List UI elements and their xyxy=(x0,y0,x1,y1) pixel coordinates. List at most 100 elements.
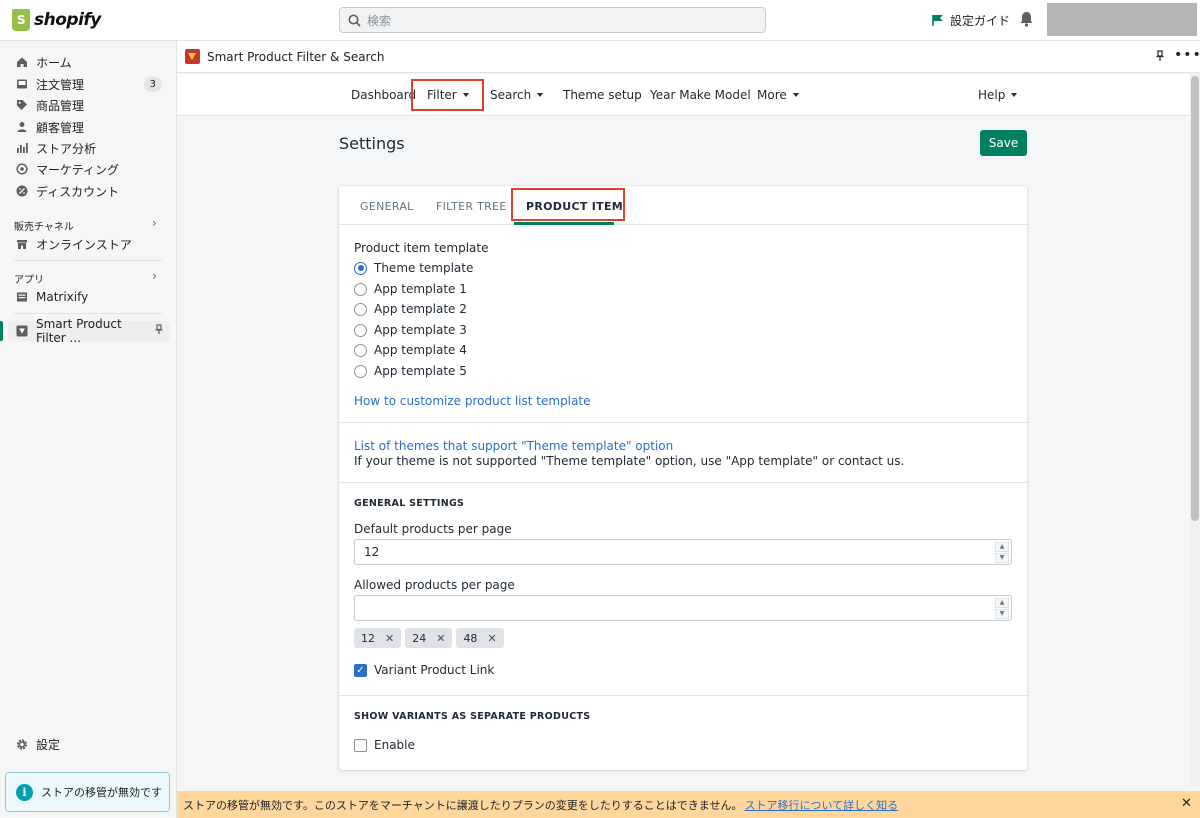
radio-label: App template 2 xyxy=(374,302,467,316)
sidebar-item-smart-product-filter[interactable]: Smart Product Filter ... xyxy=(8,317,170,345)
tab-label: Dashboard xyxy=(351,88,417,102)
stepper-up-icon[interactable]: ▲ xyxy=(995,542,1009,552)
setup-guide-label: 設定ガイド xyxy=(950,14,1011,28)
sidebar-item-marketing[interactable]: マーケティング xyxy=(8,159,170,179)
app-icon xyxy=(16,325,28,337)
number-stepper[interactable]: ▲ ▼ xyxy=(995,542,1009,563)
stepper-down-icon[interactable]: ▼ xyxy=(995,553,1009,563)
scrollbar-thumb[interactable] xyxy=(1191,76,1199,521)
stepper-down-icon[interactable]: ▼ xyxy=(995,609,1009,619)
sidebar-item-analytics[interactable]: ストア分析 xyxy=(8,138,170,158)
sidebar-item-label: 設定 xyxy=(36,737,61,752)
search-input[interactable]: 検索 xyxy=(339,7,766,33)
radio-button[interactable] xyxy=(354,323,367,337)
radio-app-template-3[interactable]: App template 3 xyxy=(354,323,467,337)
sidebar-item-settings[interactable]: 設定 xyxy=(8,734,170,754)
matrixify-icon xyxy=(16,291,28,303)
sidebar-item-home[interactable]: ホーム xyxy=(8,52,170,72)
chevron-right-icon[interactable]: › xyxy=(152,269,157,283)
sidebar-item-orders[interactable]: 注文管理 3 xyxy=(8,74,170,94)
tab-general[interactable]: GENERAL xyxy=(360,200,414,213)
app-content: Dashboard Filter Search Theme setup Year… xyxy=(177,74,1190,786)
sidebar-item-discounts[interactable]: ディスカウント xyxy=(8,181,170,201)
tab-label: Year Make Model xyxy=(650,88,751,102)
radio-label: App template 4 xyxy=(374,343,467,357)
radio-label: Theme template xyxy=(374,261,474,275)
sidebar-item-label: オンラインストア xyxy=(36,237,132,252)
tab-help[interactable]: Help xyxy=(978,88,1018,102)
sidebar-item-products[interactable]: 商品管理 xyxy=(8,95,170,115)
tab-year-make-model[interactable]: Year Make Model xyxy=(650,88,751,102)
default-per-page-input[interactable]: 12 ▲ ▼ xyxy=(354,539,1012,565)
tab-theme-setup[interactable]: Theme setup xyxy=(563,88,642,102)
radio-theme-template[interactable]: Theme template xyxy=(354,261,473,275)
tag-label: 24 xyxy=(412,631,427,645)
tab-label: Theme setup xyxy=(563,88,642,102)
banner-text: ストアの移管が無効です。このストアをマーチャントに譲渡したりプランの変更をしたり… xyxy=(183,798,743,812)
setup-guide-button[interactable]: 設定ガイド xyxy=(932,12,1010,29)
radio-app-template-5[interactable]: App template 5 xyxy=(354,364,467,378)
sidebar-item-online-store[interactable]: オンラインストア xyxy=(8,234,170,254)
app-title: Smart Product Filter & Search xyxy=(185,49,384,64)
checkbox-checked[interactable]: ✓ xyxy=(354,663,367,677)
highlight-box-product-item xyxy=(511,188,625,221)
section-divider xyxy=(339,422,1027,423)
radio-app-template-1[interactable]: App template 1 xyxy=(354,282,467,296)
store-transfer-banner: ストアの移管が無効です。このストアをマーチャントに譲渡したりプランの変更をしたり… xyxy=(177,791,1200,818)
radio-button[interactable] xyxy=(354,282,367,296)
tab-label: More xyxy=(757,88,787,102)
remove-tag-icon[interactable]: ✕ xyxy=(385,632,394,645)
customize-template-link[interactable]: How to customize product list template xyxy=(354,394,590,408)
tag-label: 12 xyxy=(361,631,375,645)
more-actions-icon[interactable]: ••• xyxy=(1174,47,1200,63)
remove-tag-icon[interactable]: ✕ xyxy=(436,632,445,645)
radio-button[interactable] xyxy=(354,364,367,378)
section-divider xyxy=(339,695,1027,696)
search-icon xyxy=(348,14,361,27)
sidebar-item-label: 顧客管理 xyxy=(36,120,85,135)
bell-icon[interactable] xyxy=(1019,11,1034,27)
number-stepper[interactable]: ▲ ▼ xyxy=(995,598,1009,619)
themes-support-link[interactable]: List of themes that support "Theme templ… xyxy=(354,439,673,453)
variant-product-link-checkbox[interactable]: ✓ Variant Product Link xyxy=(354,663,494,677)
checkbox-unchecked[interactable] xyxy=(354,738,367,752)
pin-icon[interactable] xyxy=(154,324,164,338)
tab-search[interactable]: Search xyxy=(490,88,544,102)
save-button[interactable]: Save xyxy=(980,130,1027,156)
app-header: Smart Product Filter & Search ••• xyxy=(177,41,1200,73)
chevron-right-icon[interactable]: › xyxy=(152,216,157,230)
radio-label: App template 1 xyxy=(374,282,467,296)
home-icon xyxy=(16,56,28,68)
remove-tag-icon[interactable]: ✕ xyxy=(487,632,496,645)
banner-learn-more-link[interactable]: ストア移行について詳しく知る xyxy=(744,797,898,813)
allowed-values-tags: 12 ✕ 24 ✕ 48 ✕ xyxy=(354,628,504,648)
pin-icon[interactable] xyxy=(1155,50,1165,62)
account-menu[interactable] xyxy=(1047,3,1197,36)
radio-app-template-4[interactable]: App template 4 xyxy=(354,343,467,357)
enable-variants-checkbox[interactable]: Enable xyxy=(354,738,415,752)
themes-note: If your theme is not supported "Theme te… xyxy=(354,454,905,468)
sidebar-item-customers[interactable]: 顧客管理 xyxy=(8,117,170,137)
tab-more[interactable]: More xyxy=(757,88,799,102)
app-logo-icon xyxy=(185,49,200,64)
radio-button-selected[interactable] xyxy=(354,261,367,275)
sidebar-item-matrixify[interactable]: Matrixify xyxy=(8,287,170,307)
shopify-bag-icon xyxy=(12,9,30,31)
tab-dashboard[interactable]: Dashboard xyxy=(351,88,416,102)
tag-48: 48 ✕ xyxy=(456,628,504,648)
tab-filter-tree[interactable]: FILTER TREE xyxy=(436,200,507,213)
tag-icon xyxy=(16,99,28,111)
sidebar-item-label: ストア分析 xyxy=(36,141,97,156)
tag-24: 24 ✕ xyxy=(405,628,453,648)
show-variants-heading: SHOW VARIANTS AS SEPARATE PRODUCTS xyxy=(354,711,591,722)
stepper-up-icon[interactable]: ▲ xyxy=(995,598,1009,608)
store-transfer-notice[interactable]: i ストアの移管が無効です xyxy=(5,772,170,812)
sidebar-item-label: マーケティング xyxy=(36,162,120,177)
allowed-per-page-input[interactable]: ▲ ▼ xyxy=(354,595,1012,621)
radio-app-template-2[interactable]: App template 2 xyxy=(354,302,467,316)
radio-button[interactable] xyxy=(354,302,367,316)
close-icon[interactable]: ✕ xyxy=(1181,796,1192,811)
sidebar-item-label: 注文管理 xyxy=(36,77,85,92)
radio-button[interactable] xyxy=(354,343,367,357)
shopify-logo[interactable]: shopify xyxy=(12,9,101,31)
